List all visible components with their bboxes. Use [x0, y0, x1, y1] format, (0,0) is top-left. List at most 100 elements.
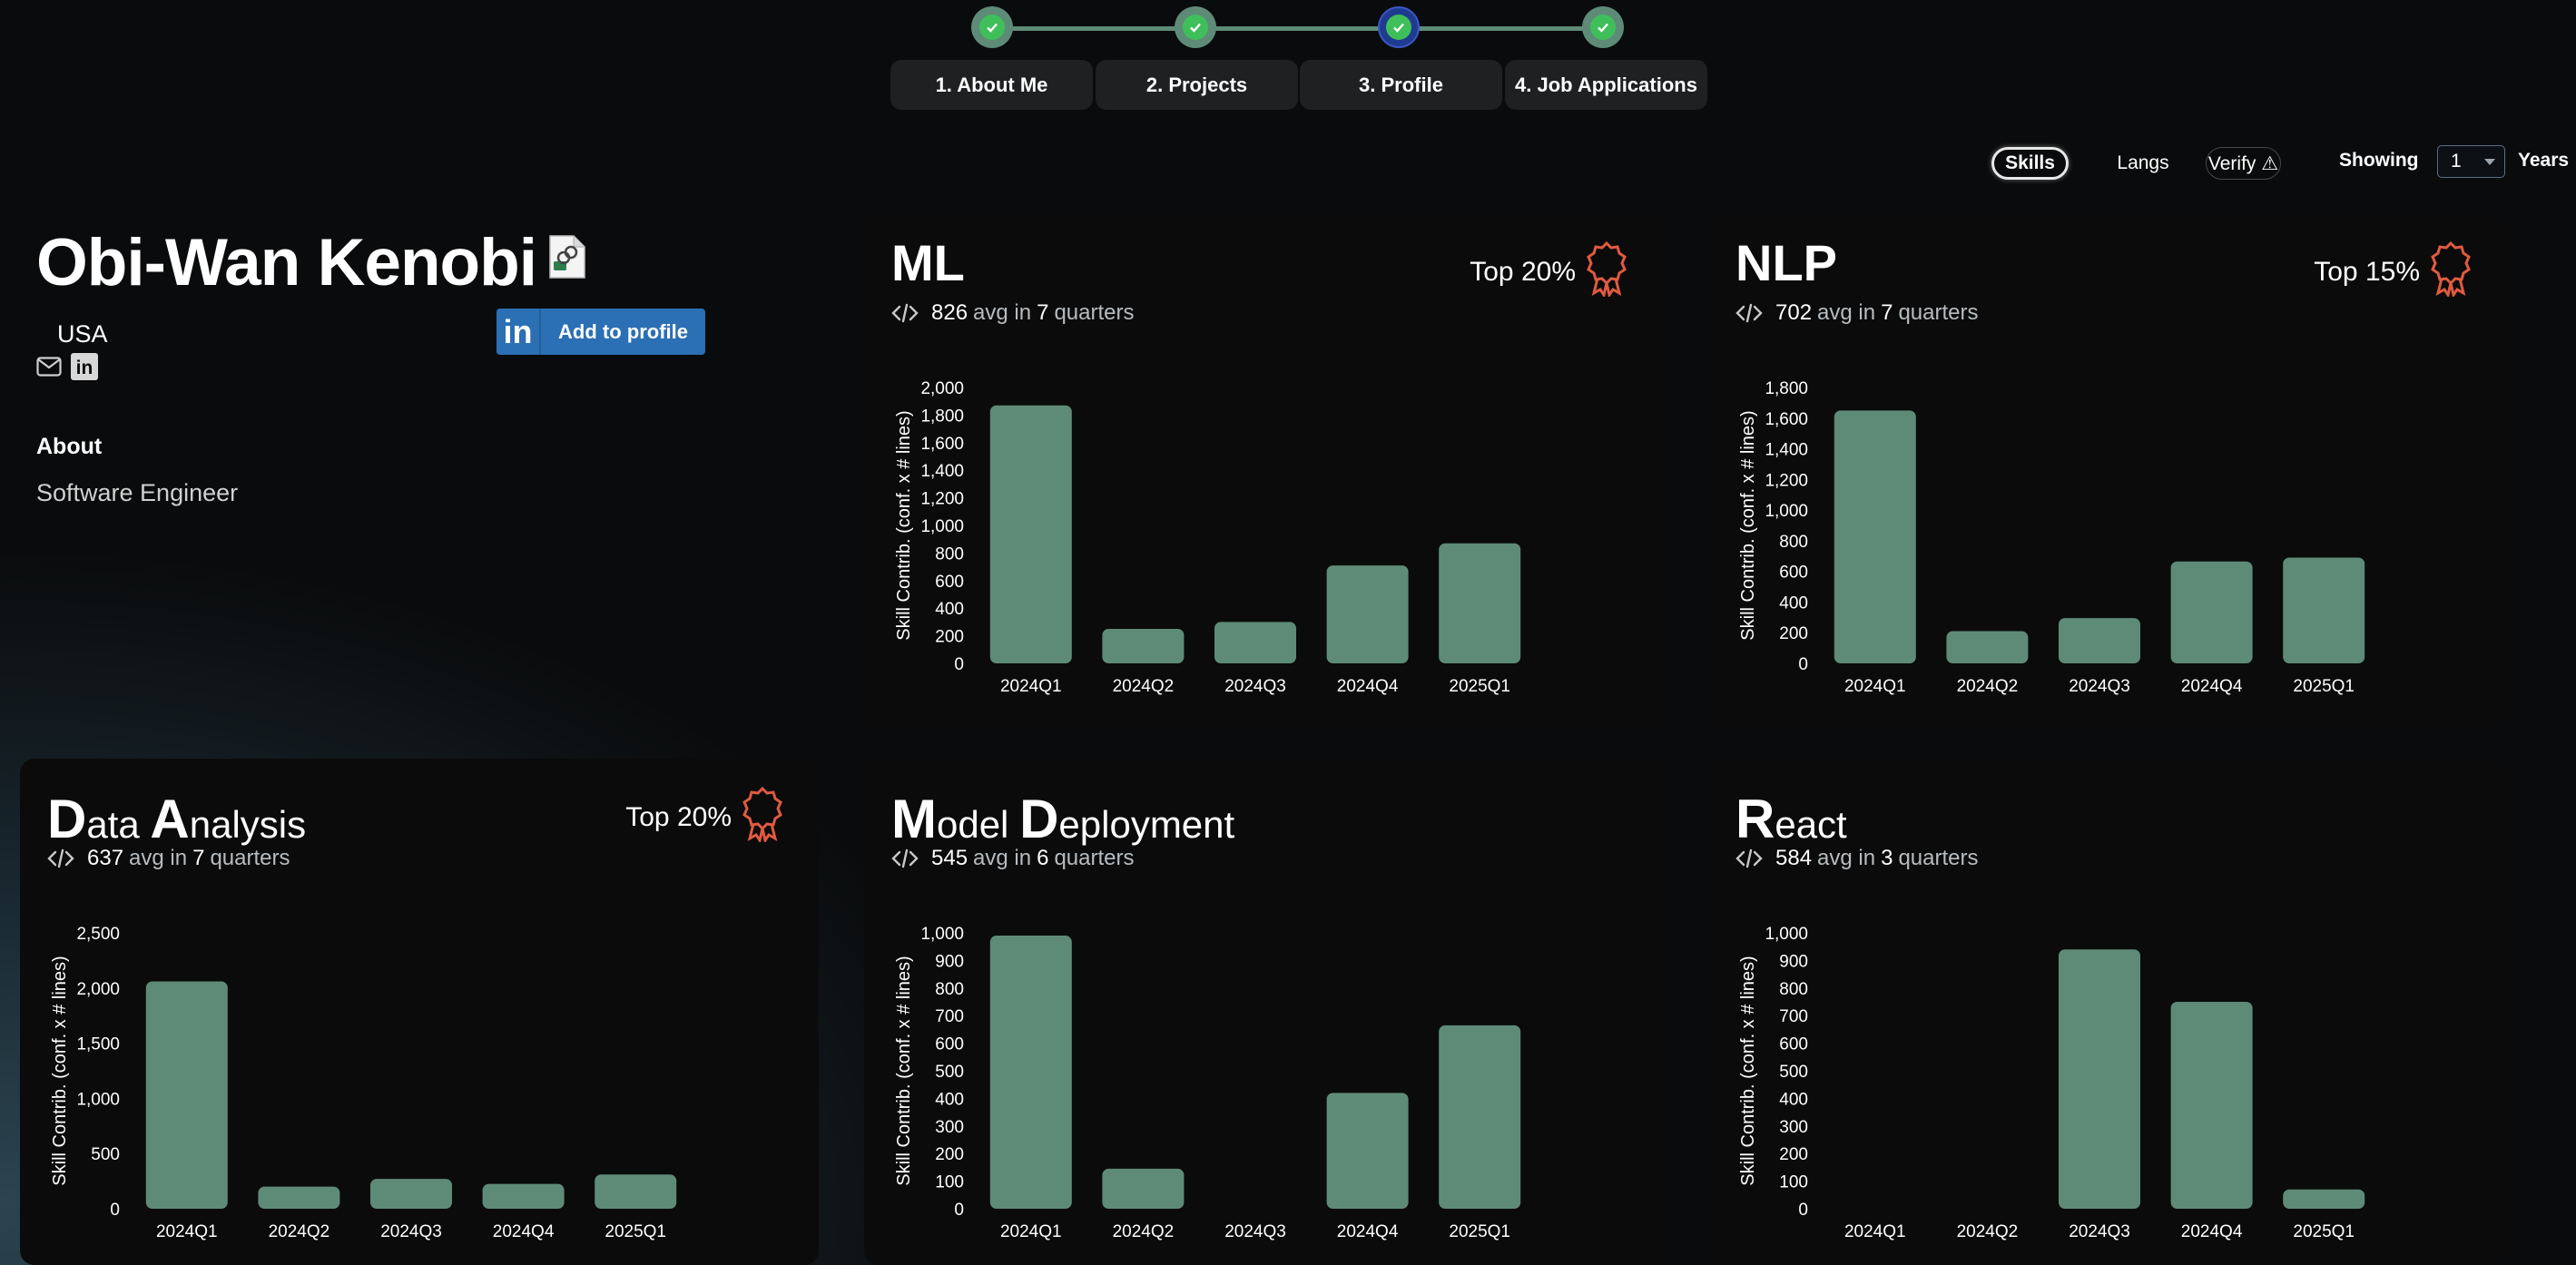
x-tick-label: 2025Q1: [1449, 677, 1510, 696]
bar-2025q1[interactable]: [1439, 1025, 1521, 1209]
toggle-langs[interactable]: Langs: [2108, 147, 2178, 180]
check-icon: [979, 15, 1005, 40]
bar-2025q1[interactable]: [595, 1174, 677, 1209]
bar-2024q4[interactable]: [2170, 1002, 2253, 1209]
years-select[interactable]: 1: [2437, 145, 2505, 178]
years-select-value: 1: [2451, 151, 2462, 172]
bar-2024q3[interactable]: [1214, 622, 1296, 663]
y-axis-label: Skill Contrib. (conf. x # lines): [1738, 410, 1758, 640]
skill-card: Model Deployment 545 avg in 6 quarters Skill …: [864, 759, 1663, 1265]
step-2-indicator[interactable]: [1175, 6, 1216, 48]
bar-2024q2[interactable]: [1102, 629, 1185, 663]
x-tick-label: 2024Q2: [1957, 1222, 2019, 1241]
y-tick-label: 1,000: [920, 925, 964, 944]
bar-2024q1[interactable]: [145, 981, 228, 1209]
bar-2025q1[interactable]: [1439, 543, 1521, 663]
x-tick-label: 2024Q2: [269, 1222, 330, 1241]
tab-about-me[interactable]: 1. About Me: [890, 60, 1093, 110]
bar-2024q2[interactable]: [1102, 1168, 1185, 1209]
y-tick-label: 600: [1779, 1035, 1808, 1054]
step-1-indicator[interactable]: [971, 6, 1013, 48]
y-tick-label: 200: [935, 1145, 964, 1164]
tab-profile[interactable]: 3. Profile: [1300, 60, 1502, 110]
y-tick-label: 400: [935, 600, 964, 619]
y-tick-label: 200: [935, 628, 964, 647]
y-tick-label: 800: [1779, 980, 1808, 999]
y-tick-label: 1,200: [920, 490, 964, 509]
bar-2024q1[interactable]: [989, 936, 1072, 1209]
y-tick-label: 400: [1779, 593, 1808, 613]
x-tick-label: 2025Q1: [2293, 1222, 2355, 1241]
about-text: Software Engineer: [36, 479, 239, 506]
showing-label: Showing: [2339, 150, 2419, 171]
step-connector: [992, 26, 1195, 31]
y-axis-label: Skill Contrib. (conf. x # lines): [1738, 956, 1758, 1185]
bar-chart: Skill Contrib. (conf. x # lines) 0 200 400 6…: [894, 379, 1521, 696]
bar-2024q3[interactable]: [2059, 949, 2140, 1209]
step-4-indicator[interactable]: [1582, 6, 1624, 48]
x-tick-label: 2024Q4: [1337, 1222, 1399, 1241]
bar-2024q1[interactable]: [1834, 410, 1916, 663]
skill-card: Data Analysis 637 avg in 7 quarters Top 20% Sk…: [20, 759, 819, 1265]
years-label: Years: [2518, 150, 2570, 171]
y-tick-label: 0: [954, 655, 964, 674]
y-tick-label: 100: [1779, 1173, 1808, 1192]
tab-job-applications[interactable]: 4. Job Applications: [1505, 60, 1707, 110]
x-tick-label: 2024Q3: [1224, 677, 1286, 696]
linkedin-icon[interactable]: in: [71, 353, 98, 380]
y-tick-label: 700: [935, 1007, 964, 1026]
y-tick-label: 0: [110, 1201, 120, 1220]
bar-chart: Skill Contrib. (conf. x # lines) 0 100 200 3…: [1738, 925, 2365, 1241]
y-tick-label: 600: [1779, 564, 1808, 583]
x-tick-label: 2024Q3: [2069, 1222, 2130, 1241]
y-tick-label: 200: [1779, 624, 1808, 643]
tab-projects[interactable]: 2. Projects: [1096, 60, 1298, 110]
y-tick-label: 0: [1798, 655, 1808, 674]
bar-2024q4[interactable]: [1326, 565, 1409, 663]
y-tick-label: 1,000: [1765, 925, 1808, 944]
chevron-down-icon: [2484, 159, 2495, 165]
bar-2024q2[interactable]: [258, 1186, 340, 1209]
bar-2024q3[interactable]: [370, 1179, 452, 1209]
y-tick-label: 2,000: [76, 980, 120, 999]
linkedin-add-to-profile-button[interactable]: in Add to profile: [497, 309, 705, 355]
y-axis-label: Skill Contrib. (conf. x # lines): [50, 956, 70, 1185]
x-tick-label: 2025Q1: [605, 1222, 666, 1241]
check-icon: [1183, 15, 1208, 40]
shared-document-icon[interactable]: [545, 234, 588, 284]
y-tick-label: 500: [91, 1145, 120, 1164]
check-icon: [1386, 15, 1411, 40]
y-tick-label: 900: [1779, 952, 1808, 971]
y-tick-label: 300: [935, 1118, 964, 1137]
y-tick-label: 2,500: [76, 925, 120, 944]
toggle-verify[interactable]: Verify ⚠: [2206, 147, 2281, 180]
mail-icon[interactable]: [36, 357, 62, 381]
bar-2024q1[interactable]: [989, 405, 1072, 663]
bar-2024q4[interactable]: [2170, 561, 2253, 663]
y-tick-label: 1,000: [76, 1090, 120, 1109]
x-tick-label: 2024Q1: [1844, 677, 1906, 696]
bar-2025q1[interactable]: [2283, 1189, 2365, 1209]
y-tick-label: 500: [1779, 1063, 1808, 1082]
about-heading: About: [36, 434, 103, 459]
bar-2024q2[interactable]: [1946, 631, 2029, 663]
bar-2025q1[interactable]: [2283, 557, 2365, 663]
linkedin-logo-icon: in: [497, 309, 541, 355]
bar-chart: Skill Contrib. (conf. x # lines) 0 500 1,00…: [50, 925, 677, 1241]
y-tick-label: 200: [1779, 1145, 1808, 1164]
y-tick-label: 2,000: [920, 379, 964, 398]
x-tick-label: 2025Q1: [1449, 1222, 1510, 1241]
x-tick-label: 2024Q3: [380, 1222, 442, 1241]
bar-2024q4[interactable]: [482, 1183, 565, 1209]
y-tick-label: 700: [1779, 1007, 1808, 1026]
bar-2024q3[interactable]: [2059, 618, 2140, 663]
x-tick-label: 2024Q4: [2181, 1222, 2243, 1241]
x-tick-label: 2024Q2: [1113, 677, 1175, 696]
bar-2024q4[interactable]: [1326, 1093, 1409, 1209]
toggle-skills[interactable]: Skills: [1991, 147, 2069, 180]
step-3-indicator[interactable]: [1378, 6, 1420, 48]
y-tick-label: 600: [935, 573, 964, 592]
x-tick-label: 2024Q4: [2181, 677, 2243, 696]
y-tick-label: 400: [935, 1090, 964, 1109]
y-tick-label: 100: [935, 1173, 964, 1192]
